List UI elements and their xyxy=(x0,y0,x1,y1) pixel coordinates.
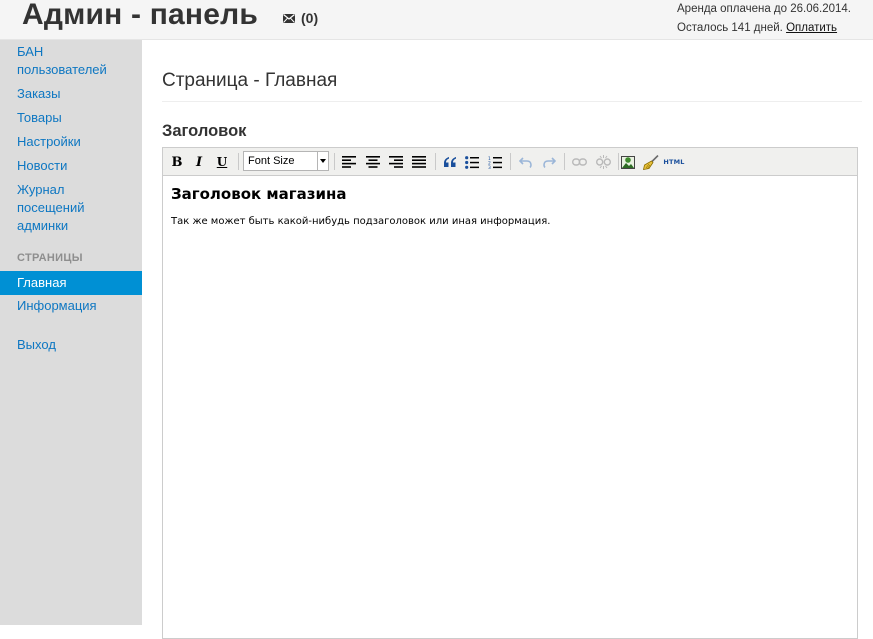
quote-icon xyxy=(444,157,456,167)
sidebar-item-logout[interactable]: Выход xyxy=(0,336,142,354)
sidebar-item-news[interactable]: Новости xyxy=(0,157,142,175)
sidebar-item-products[interactable]: Товары xyxy=(0,109,142,127)
editor-toolbar: B I U Font Size 1 2 3 HTML xyxy=(163,148,857,176)
messages-count: (0) xyxy=(301,10,319,26)
sidebar-item-label: Журнал посещений админки xyxy=(17,182,85,233)
redo-button[interactable] xyxy=(539,152,559,172)
page-title: Страница - Главная xyxy=(162,70,338,91)
sidebar-item-label: Главная xyxy=(17,275,67,290)
align-left-button[interactable] xyxy=(339,152,359,172)
font-size-select-value: Font Size xyxy=(248,155,295,167)
link-icon xyxy=(571,158,587,166)
image-icon xyxy=(621,155,635,169)
sidebar-item-label: Товары xyxy=(17,110,62,125)
bold-icon: B xyxy=(171,154,183,170)
insert-image-button[interactable] xyxy=(618,152,638,172)
sidebar-item-label: БАН пользователей xyxy=(17,44,107,77)
top-header: Админ - панель (0) Аренда оплачена до 26… xyxy=(0,0,873,40)
title-divider xyxy=(162,101,862,102)
align-center-icon xyxy=(366,156,380,168)
messages-link[interactable]: (0) xyxy=(283,10,318,26)
envelope-icon xyxy=(283,13,295,23)
underline-icon: U xyxy=(216,155,228,169)
align-justify-button[interactable] xyxy=(409,152,429,172)
align-center-button[interactable] xyxy=(363,152,383,172)
align-justify-icon xyxy=(412,156,426,168)
underline-button[interactable]: U xyxy=(212,152,232,172)
sidebar-item-label: Информация xyxy=(17,298,97,313)
unlink-button[interactable] xyxy=(593,152,613,172)
numbered-list-button[interactable]: 1 2 3 xyxy=(485,152,505,172)
sidebar: БАН пользователей Заказы Товары Настройк… xyxy=(0,40,142,625)
sidebar-item-main-page[interactable]: Главная xyxy=(0,271,142,295)
cleanup-button[interactable] xyxy=(641,152,661,172)
sidebar-item-info-page[interactable]: Информация xyxy=(0,297,142,315)
toolbar-separator xyxy=(564,153,565,170)
sidebar-item-label: Выход xyxy=(17,337,56,352)
editor-content-area[interactable]: Заголовок магазина Так же может быть как… xyxy=(163,176,857,636)
content-heading: Заголовок магазина xyxy=(171,185,347,203)
svg-text:3: 3 xyxy=(488,165,491,169)
chevron-down-icon xyxy=(317,152,328,170)
italic-button[interactable]: I xyxy=(189,152,209,172)
numbered-list-icon: 1 2 3 xyxy=(488,156,502,169)
unlink-icon xyxy=(595,155,611,169)
rent-status: Аренда оплачена до 26.06.2014. Осталось … xyxy=(677,0,851,37)
undo-button[interactable] xyxy=(515,152,535,172)
sidebar-item-orders[interactable]: Заказы xyxy=(0,85,142,103)
html-source-button[interactable]: HTML xyxy=(663,152,685,172)
sidebar-section-pages: СТРАНИЦЫ xyxy=(17,252,83,264)
align-right-button[interactable] xyxy=(386,152,406,172)
sidebar-item-settings[interactable]: Настройки xyxy=(0,133,142,151)
sidebar-item-visit-log[interactable]: Журнал посещений админки xyxy=(0,181,142,235)
toolbar-separator xyxy=(510,153,511,170)
html-icon: HTML xyxy=(663,158,685,166)
pay-link[interactable]: Оплатить xyxy=(786,22,837,34)
rent-paid-until: Аренда оплачена до 26.06.2014. xyxy=(677,3,851,15)
insert-link-button[interactable] xyxy=(569,152,589,172)
bullet-list-button[interactable] xyxy=(462,152,482,172)
font-size-select[interactable]: Font Size xyxy=(243,151,329,171)
align-left-icon xyxy=(342,156,356,168)
italic-icon: I xyxy=(195,154,203,170)
days-left: Осталось 141 дней. xyxy=(677,22,783,34)
sidebar-item-ban-users[interactable]: БАН пользователей xyxy=(0,43,142,79)
sidebar-item-label: Новости xyxy=(17,158,68,173)
bullet-list-icon xyxy=(465,155,479,169)
app-title: Админ - панель xyxy=(22,0,259,31)
sidebar-item-label: Настройки xyxy=(17,134,81,149)
align-right-icon xyxy=(389,156,403,168)
bold-button[interactable]: B xyxy=(167,152,187,172)
redo-icon xyxy=(542,157,556,168)
broom-icon xyxy=(643,154,659,170)
content-paragraph: Так же может быть какой-нибудь подзаголо… xyxy=(171,216,551,227)
toolbar-separator xyxy=(238,153,239,170)
toolbar-separator xyxy=(334,153,335,170)
undo-icon xyxy=(518,157,532,168)
sidebar-item-label: Заказы xyxy=(17,86,61,101)
toolbar-separator xyxy=(435,153,436,170)
heading-field-label: Заголовок xyxy=(162,122,247,140)
blockquote-button[interactable] xyxy=(440,152,460,172)
rich-text-editor: B I U Font Size 1 2 3 HTML Заголовок маг… xyxy=(162,147,858,639)
